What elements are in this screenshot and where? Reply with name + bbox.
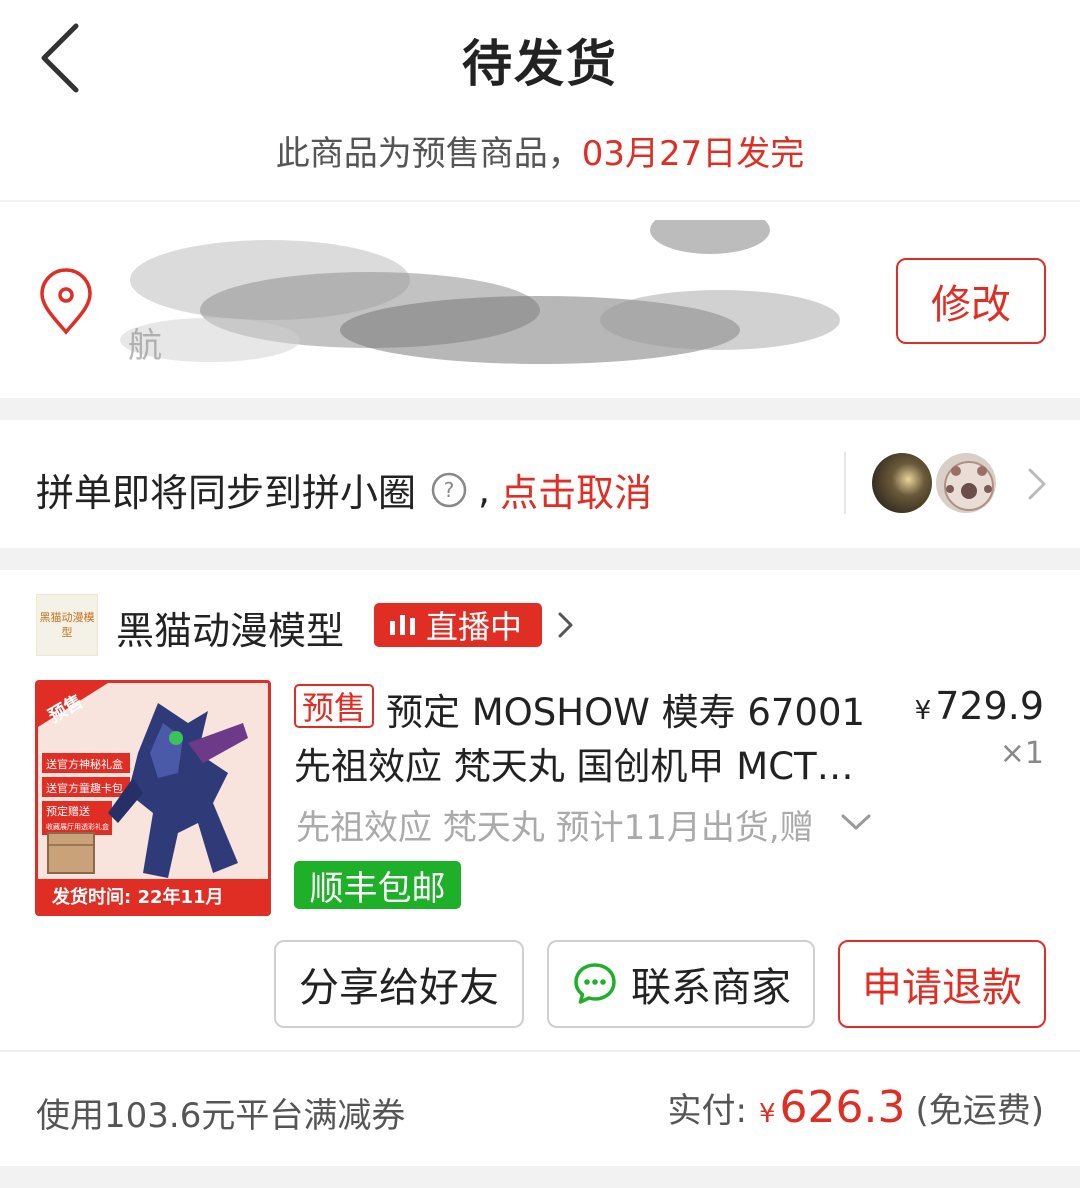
group-sync-message: 拼单即将同步到拼小圈 ? , 点击取消 (36, 462, 652, 517)
image-ship-time: 发货时间: 22年11月 (51, 886, 224, 908)
chevron-right-icon[interactable] (556, 610, 576, 640)
contact-seller-label: 联系商家 (631, 965, 791, 1011)
product-title-line1[interactable]: 预定 MOSHOW 模寿 67001 (386, 682, 865, 736)
product-quantity: ×1 (999, 736, 1044, 771)
live-bars-icon (390, 615, 415, 635)
product-image[interactable]: 预售 送官方神秘礼盒 送官方童趣卡包 预定赠送 收藏展厅用透彩礼盒 发货时间: … (35, 680, 271, 916)
image-gift-3: 预定赠送 (46, 804, 90, 818)
shipping-fee-note: (免运费) (915, 1091, 1044, 1131)
share-button[interactable]: 分享给好友 (274, 940, 524, 1028)
image-gift-3-sub: 收藏展厅用透彩礼盒 (46, 822, 109, 831)
help-icon[interactable]: ? (430, 471, 468, 509)
group-sync-text: 拼单即将同步到拼小圈 (36, 471, 417, 515)
currency-symbol: ¥ (914, 696, 932, 726)
presale-date: 03月27日发完 (581, 134, 805, 174)
cancel-sync-link[interactable]: 点击取消 (500, 462, 652, 517)
chat-icon (574, 963, 616, 1004)
currency-symbol: ¥ (758, 1099, 776, 1129)
avatar (933, 450, 999, 516)
chevron-right-icon[interactable] (1022, 466, 1052, 502)
shop-logo[interactable]: 黑猫动漫模型 (36, 594, 98, 656)
header: 待发货 此商品为预售商品，03月27日发完 (0, 0, 1080, 200)
paid-value: 626.3 (779, 1082, 906, 1133)
shipping-tag: 顺丰包邮 (294, 861, 461, 909)
live-badge[interactable]: 直播中 (374, 603, 542, 647)
address-redaction (120, 220, 840, 364)
price-value: 729.9 (935, 684, 1044, 728)
location-pin-icon (40, 268, 92, 335)
svg-text:?: ? (444, 478, 455, 502)
group-separator: , (478, 467, 491, 512)
contact-seller-button[interactable]: 联系商家 (547, 940, 815, 1028)
presale-note: 此商品为预售商品，03月27日发完 (0, 126, 1080, 175)
live-badge-label: 直播中 (426, 608, 523, 646)
product-spec[interactable]: 先祖效应 梵天丸 预计11月出货,赠 (296, 800, 814, 849)
page-title: 待发货 (462, 35, 618, 93)
product-title-line2[interactable]: 先祖效应 梵天丸 国创机甲 MCT… (294, 736, 854, 790)
refund-button[interactable]: 申请退款 (838, 940, 1046, 1028)
divider (844, 452, 846, 514)
paid-label: 实付: (667, 1091, 747, 1131)
address-text: 航 (128, 326, 162, 366)
paid-amount: 实付: ¥ 626.3 (免运费) (667, 1082, 1044, 1133)
edit-address-button[interactable]: 修改 (896, 258, 1046, 344)
image-gift-1: 送官方神秘礼盒 (46, 757, 123, 771)
avatar (869, 450, 935, 516)
image-gift-2: 送官方童趣卡包 (46, 781, 123, 795)
presale-note-text: 此商品为预售商品， (275, 134, 582, 174)
presale-tag: 预售 (294, 684, 374, 728)
coupon-text: 使用103.6元平台满减券 (36, 1096, 406, 1136)
shop-name[interactable]: 黑猫动漫模型 (116, 600, 344, 655)
chevron-down-icon[interactable] (840, 812, 872, 832)
product-price: ¥729.9 (915, 684, 1044, 728)
